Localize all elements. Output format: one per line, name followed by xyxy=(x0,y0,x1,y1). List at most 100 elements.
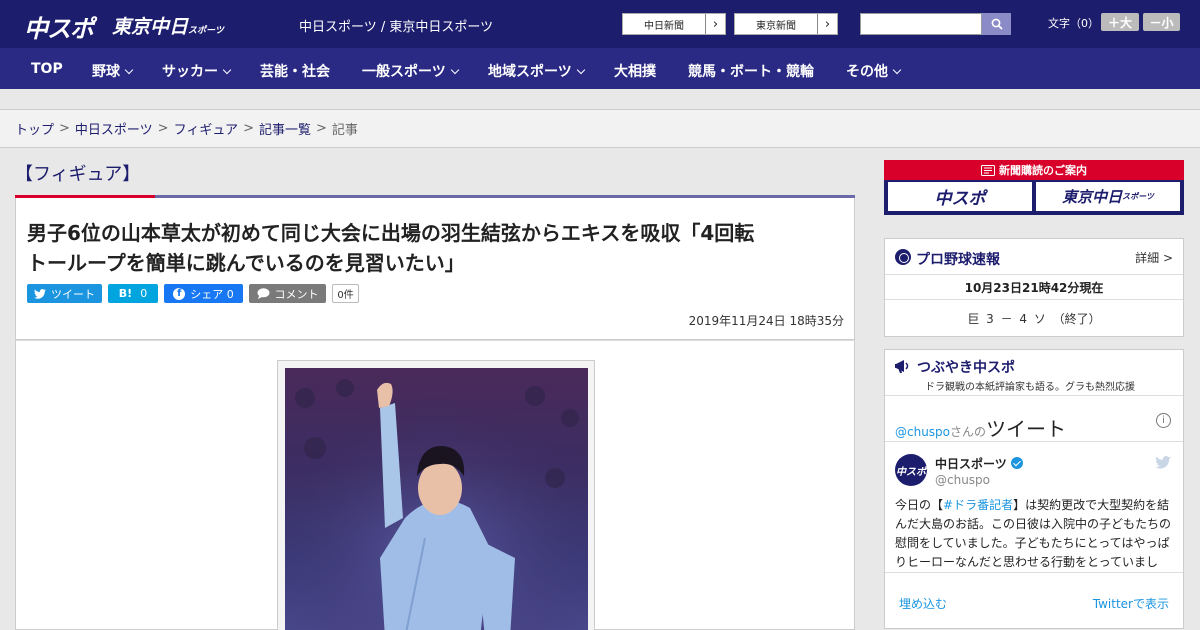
breadcrumb-separator: > xyxy=(315,121,327,136)
skater-figure xyxy=(285,368,588,630)
tweet-button-label: ツイート xyxy=(51,287,95,301)
article-headline: 男子6位の山本草太が初めて同じ大会に出場の羽生結弦からエキスを吸収「4回転 トー… xyxy=(27,218,847,278)
info-icon[interactable]: i xyxy=(1156,413,1171,428)
tokyo-shimbun-label: 東京新聞 xyxy=(756,20,796,32)
tweet-button[interactable]: ツイート xyxy=(27,284,102,303)
tokyo-shimbun-button[interactable]: 東京新聞 › xyxy=(734,13,838,35)
font-smaller-button[interactable]: －小 xyxy=(1143,13,1180,31)
tweets-widget-title: つぶやき中スポ xyxy=(917,360,1015,376)
main-nav: TOP 野球 サッカー 芸能・社会 一般スポーツ 地域スポーツ 大相撲 競馬・ボ… xyxy=(0,48,1200,89)
subscribe-tokyo-logo[interactable]: 東京中日 スポーツ xyxy=(1036,182,1180,211)
site-title: 中日スポーツ / 東京中日スポーツ xyxy=(299,20,494,35)
breadcrumb-separator: > xyxy=(157,121,169,136)
nav-label: 野球 xyxy=(92,64,120,80)
tweet-embed-title: @chuspoさんのツイート xyxy=(895,413,1066,442)
facebook-share-button[interactable]: f シェア 0 xyxy=(164,284,243,303)
subscribe-tokyo-small: スポーツ xyxy=(1122,192,1154,201)
embed-link[interactable]: 埋め込む xyxy=(899,595,947,612)
font-size-label: 文字（0） xyxy=(1048,17,1099,30)
chevron-right-icon: › xyxy=(705,14,725,34)
twitter-bird-icon[interactable] xyxy=(1155,456,1171,469)
verified-badge-icon xyxy=(1010,457,1023,469)
nav-label: 地域スポーツ xyxy=(488,64,572,80)
article-category: 【フィギュア】 xyxy=(15,164,141,185)
headline-line-1: 男子6位の山本草太が初めて同じ大会に出場の羽生結弦からエキスを吸収「4回転 xyxy=(27,221,755,245)
top-header-bar: 中スポ 東京中日スポーツ 中日スポーツ / 東京中日スポーツ 中日新聞 › 東京… xyxy=(0,0,1200,48)
article-photo[interactable] xyxy=(285,368,588,630)
megaphone-icon xyxy=(895,360,909,373)
tweet-word: ツイート xyxy=(986,417,1067,441)
nav-item-top[interactable]: TOP xyxy=(31,61,63,77)
breadcrumb-article-list[interactable]: 記事一覧 xyxy=(259,119,311,138)
baseball-widget-title: プロ野球速報 xyxy=(916,252,1000,268)
tweets-widget: つぶやき中スポ ドラ観戦の本紙評論家も語る。グラも熱烈応援 @chuspoさんの… xyxy=(884,349,1184,629)
nav-item-soccer[interactable]: サッカー xyxy=(162,61,232,81)
baseball-detail-link[interactable]: 詳細 > xyxy=(1135,249,1173,266)
tokyo-logo-text: 東京中日 xyxy=(112,16,189,38)
facebook-share-label: シェア 0 xyxy=(190,287,234,301)
hatena-b-icon: B! xyxy=(118,287,133,300)
breadcrumb-figure[interactable]: フィギュア xyxy=(174,119,238,138)
tweet-text: 今日の【#ドラ番記者】は契約更改で大型契約を結んだ大島のお話。この日彼は入院中の… xyxy=(895,496,1175,568)
baseball-score[interactable]: 巨 3 － 4 ソ （終了） xyxy=(885,300,1183,336)
nav-item-general-sports[interactable]: 一般スポーツ xyxy=(362,61,459,81)
nav-item-regional-sports[interactable]: 地域スポーツ xyxy=(488,61,585,81)
article-header-box: 男子6位の山本草太が初めて同じ大会に出場の羽生結弦からエキスを吸収「4回転 トー… xyxy=(15,198,855,340)
breadcrumb-top[interactable]: トップ xyxy=(15,119,54,138)
nav-label: TOP xyxy=(31,61,63,77)
baseball-timestamp: 10月23日21時42分現在 xyxy=(885,275,1183,300)
nav-label: サッカー xyxy=(162,64,218,80)
avatar[interactable]: 中スポ xyxy=(895,454,927,486)
breadcrumb: トップ > 中日スポーツ > フィギュア > 記事一覧 > 記事 xyxy=(0,110,1200,148)
hatena-bookmark-button[interactable]: B! 0 xyxy=(108,284,158,303)
subscribe-chuspo-logo[interactable]: 中スポ xyxy=(888,182,1032,211)
tweet-author-handle[interactable]: @chuspo xyxy=(935,473,990,487)
photo-frame xyxy=(277,360,595,630)
nav-item-baseball[interactable]: 野球 xyxy=(92,61,134,81)
baseball-icon xyxy=(895,249,911,265)
speech-bubble-icon xyxy=(257,288,269,299)
search-button[interactable] xyxy=(982,13,1011,35)
baseball-widget-header: プロ野球速報 詳細 > xyxy=(885,239,1183,275)
newspaper-icon xyxy=(981,164,995,176)
search-icon xyxy=(991,18,1003,30)
subscribe-tokyo-text: 東京中日 xyxy=(1062,188,1123,206)
headline-line-2: トーループを簡単に跳んでいるのを見習いたい」 xyxy=(27,251,465,275)
nav-item-entertainment[interactable]: 芸能・社会 xyxy=(260,61,330,81)
breadcrumb-current: 記事 xyxy=(331,123,358,138)
chevron-down-icon xyxy=(222,65,232,75)
tweets-widget-subtitle: ドラ観戦の本紙評論家も語る。グラも熱烈応援 xyxy=(925,382,1135,393)
article-main: 【フィギュア】 男子6位の山本草太が初めて同じ大会に出場の羽生結弦からエキスを吸… xyxy=(15,148,855,630)
facebook-f-icon: f xyxy=(173,287,186,300)
search-input[interactable] xyxy=(860,13,982,35)
comment-button[interactable]: コメント xyxy=(249,284,326,303)
chuspo-logo[interactable]: 中スポ xyxy=(24,9,94,44)
chevron-right-icon: › xyxy=(817,14,837,34)
nav-item-racing[interactable]: 競馬・ボート・競輪 xyxy=(688,61,814,81)
article-photo-area xyxy=(15,340,855,630)
nav-item-other[interactable]: その他 xyxy=(846,61,902,81)
tweet-embed-header: @chuspoさんのツイート i xyxy=(885,396,1183,442)
nav-item-sumo[interactable]: 大相撲 xyxy=(614,61,656,81)
font-larger-button[interactable]: ＋大 xyxy=(1101,13,1139,31)
chevron-down-icon xyxy=(576,65,585,75)
breadcrumb-chunichi-sports[interactable]: 中日スポーツ xyxy=(75,119,153,138)
subscription-banner[interactable]: 新聞購読のご案内 中スポ 東京中日 スポーツ xyxy=(884,160,1184,215)
nav-label: 一般スポーツ xyxy=(362,64,446,80)
comment-count: 0件 xyxy=(332,284,359,303)
tokyo-chunichi-logo[interactable]: 東京中日スポーツ xyxy=(112,12,224,39)
tweet-handle-link[interactable]: @chuspo xyxy=(895,425,950,439)
tweet-author-name[interactable]: 中日スポーツ xyxy=(935,455,1023,472)
tokyo-logo-small: スポーツ xyxy=(188,26,224,36)
chunichi-shimbun-button[interactable]: 中日新聞 › xyxy=(622,13,726,35)
tweet-author-text: 中日スポーツ xyxy=(935,457,1007,471)
share-buttons: ツイート B! 0 f シェア 0 コメント 0件 xyxy=(27,284,359,303)
tweets-widget-header: つぶやき中スポ ドラ観戦の本紙評論家も語る。グラも熱烈応援 xyxy=(885,350,1183,396)
tweet-hashtag[interactable]: #ドラ番記者 xyxy=(943,498,1013,512)
view-on-twitter-link[interactable]: Twitterで表示 xyxy=(1093,595,1169,612)
nav-label: その他 xyxy=(846,64,888,80)
tweet-embed-footer: 埋め込む Twitterで表示 xyxy=(885,572,1183,628)
comment-button-label: コメント xyxy=(274,287,319,301)
tweet-text-prefix: 今日の【 xyxy=(895,498,944,512)
chunichi-shimbun-label: 中日新聞 xyxy=(644,20,684,32)
